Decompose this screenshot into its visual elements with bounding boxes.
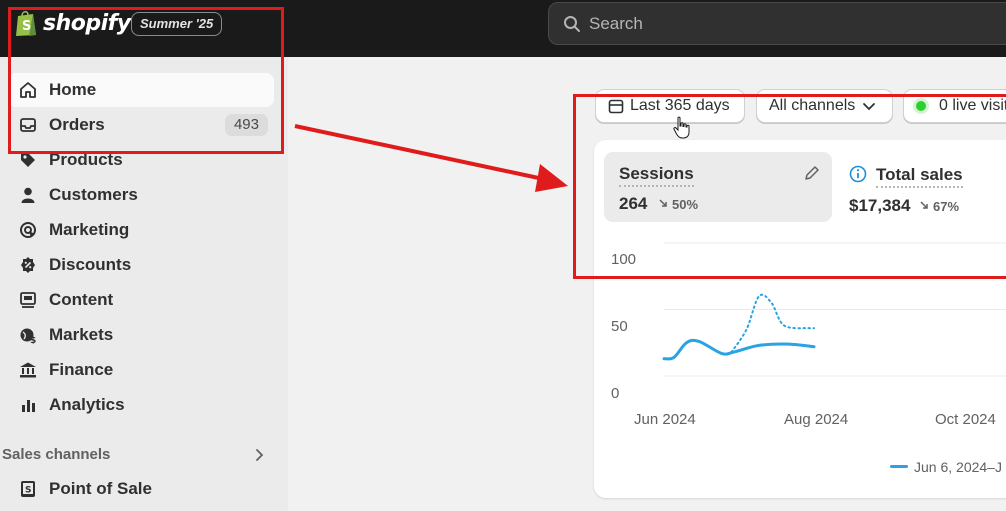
x-tick-label: Jun 2024 xyxy=(634,411,696,428)
sidebar-item-finance[interactable]: Finance xyxy=(8,353,274,387)
person-icon xyxy=(18,185,38,205)
sidebar-item-discounts[interactable]: Discounts xyxy=(8,248,274,282)
store-icon: S xyxy=(18,479,38,499)
annotation-box-metrics xyxy=(573,94,1006,279)
annotation-arrow-icon xyxy=(294,124,568,192)
sidebar-item-label: Discounts xyxy=(49,255,132,274)
sidebar-item-label: Marketing xyxy=(49,220,130,239)
sidebar-item-label: Finance xyxy=(49,360,114,379)
globe-icon: $ xyxy=(18,325,38,345)
sidebar-item-label: Point of Sale xyxy=(49,479,152,498)
sidebar-item-markets[interactable]: $ Markets xyxy=(8,318,274,352)
sidebar-item-analytics[interactable]: Analytics xyxy=(8,388,274,422)
svg-text:S: S xyxy=(25,486,31,496)
sidebar-item-point-of-sale[interactable]: S Point of Sale xyxy=(8,472,274,506)
sidebar-item-content[interactable]: Content xyxy=(8,283,274,317)
svg-text:$: $ xyxy=(30,336,36,344)
annotation-box-sidebar xyxy=(8,7,284,154)
bar-chart-icon xyxy=(18,395,38,415)
target-icon xyxy=(18,220,38,240)
sidebar-item-customers[interactable]: Customers xyxy=(8,178,274,212)
search-icon xyxy=(564,15,580,32)
sidebar-item-marketing[interactable]: Marketing xyxy=(8,213,274,247)
sales-channels-heading: Sales channels xyxy=(2,446,111,463)
legend-swatch xyxy=(890,465,908,468)
sidebar-item-label: Content xyxy=(49,290,114,309)
sidebar-item-label: Analytics xyxy=(49,395,125,414)
x-tick-label: Aug 2024 xyxy=(784,411,849,428)
search-placeholder: Search xyxy=(589,13,643,33)
content-icon xyxy=(18,290,38,310)
bank-icon xyxy=(18,360,38,380)
chevron-right-icon[interactable] xyxy=(254,447,266,463)
x-tick-label: Oct 2024 xyxy=(935,411,996,428)
search-input[interactable]: Search xyxy=(548,2,1006,45)
sidebar-item-label: Markets xyxy=(49,325,114,344)
discount-icon xyxy=(18,255,38,275)
sidebar-item-label: Customers xyxy=(49,185,138,204)
legend-label: Jun 6, 2024–J xyxy=(914,459,1002,475)
